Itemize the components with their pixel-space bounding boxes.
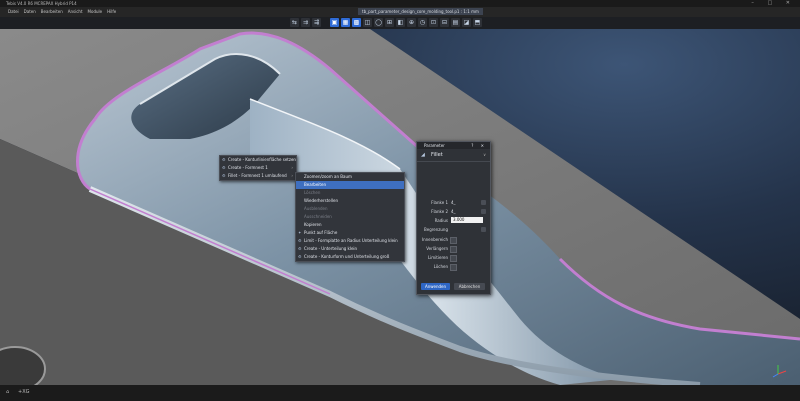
pick-icon[interactable] <box>481 227 486 232</box>
row-loeschen: Löchen <box>417 263 490 271</box>
toolbar-group-navigation: ⇆ ⇉ ⇶ <box>290 18 321 27</box>
view-split-icon[interactable]: ◫ <box>363 18 372 27</box>
row-flanke2: Flanke 2 4_ <box>417 208 490 216</box>
merge-icon[interactable]: ⇶ <box>312 18 321 27</box>
chevron-right-icon: › <box>291 157 293 162</box>
point-icon: ✦ <box>298 230 302 235</box>
coordinate-readout: +XG <box>18 389 30 395</box>
row-verlaengern: Verlängern <box>417 245 490 253</box>
menu-item-restore[interactable]: Wiederherstellen <box>296 197 404 205</box>
menu-bar: Datei Daten Bearbeiten Ansicht Module Hi… <box>0 7 800 17</box>
menu-item-hilfe[interactable]: Hilfe <box>107 9 116 14</box>
pick-icon[interactable] <box>481 200 486 205</box>
section-title: Fillet <box>431 152 443 158</box>
main-menu: Datei Daten Bearbeiten Ansicht Module Hi… <box>8 9 116 14</box>
radius-input[interactable]: 3.000 <box>451 217 483 223</box>
menu-item-create-formnest[interactable]: ⚙ Create - Formnest 1 › <box>220 164 296 172</box>
context-menu-features: ⚙ Create - Konturlinienfläche setzen › ⚙ Cr… <box>219 155 297 181</box>
swap-icon[interactable]: ⇆ <box>290 18 299 27</box>
clock-icon[interactable]: ◷ <box>418 18 427 27</box>
menu-item-bearbeiten[interactable]: Bearbeiten <box>41 9 63 14</box>
pick-icon[interactable] <box>481 209 486 214</box>
rotate-icon[interactable]: ◯ <box>374 18 383 27</box>
view-shaded-icon[interactable]: ▣ <box>330 18 339 27</box>
menu-item-limit-formplatte[interactable]: ⚙ Limit - Formplatte an Radius Unterteilu… <box>296 237 404 245</box>
panel-header-icons[interactable]: ? ✕ <box>471 142 487 149</box>
chevron-right-icon: › <box>291 173 293 178</box>
fillet-icon: ◢ <box>421 152 425 158</box>
panel-header: Parameter ? ✕ <box>417 142 490 149</box>
layers-icon[interactable]: ▤ <box>451 18 460 27</box>
split-icon[interactable]: ⇉ <box>301 18 310 27</box>
display-icon[interactable]: ⬒ <box>473 18 482 27</box>
toolbar: ⇆ ⇉ ⇶ ▣ ▦ ▩ ◫ ◯ ⊞ ◧ ⊕ ◷ ⊡ ⊟ ▤ ◪ ⬒ <box>0 17 800 29</box>
flanke2-value[interactable]: 4_ <box>451 209 456 214</box>
status-bar: ⌂ +XG <box>0 385 800 401</box>
menu-item-datei[interactable]: Datei <box>8 9 19 14</box>
flanke1-value[interactable]: 4_ <box>451 200 456 205</box>
menu-item-fillet-formnest[interactable]: ⚙ Fillet - Formnest 1 umlaufend › <box>220 172 296 180</box>
view-mesh-icon[interactable]: ▩ <box>352 18 361 27</box>
toolbar-group-view: ▣ ▦ ▩ ◫ ◯ ⊞ ◧ ⊕ ◷ ⊡ ⊟ ▤ ◪ ⬒ <box>330 18 482 27</box>
minus-box-icon[interactable]: ⊟ <box>440 18 449 27</box>
gear-icon: ⚙ <box>222 157 226 162</box>
menu-item-hide: Ausblenden <box>304 206 328 211</box>
gear-icon: ⚙ <box>222 165 226 170</box>
menu-item-point-on-surface[interactable]: ✦ Punkt auf Fläche <box>296 229 404 237</box>
innenbereich-checkbox[interactable] <box>450 237 457 244</box>
menu-item-edit[interactable]: Bearbeiten <box>296 181 404 189</box>
menu-item-ansicht[interactable]: Ansicht <box>68 9 83 14</box>
home-icon[interactable]: ⌂ <box>6 389 9 395</box>
row-innenbereich: Innenbereich <box>417 236 490 244</box>
limitieren-checkbox[interactable] <box>450 255 457 262</box>
verlaengern-checkbox[interactable] <box>450 246 457 253</box>
row-begrenzung: Begrenzung <box>417 226 490 234</box>
view-grid-icon[interactable]: ▦ <box>341 18 350 27</box>
material-icon[interactable]: ◪ <box>462 18 471 27</box>
menu-item-cut: Ausschneiden <box>304 214 332 219</box>
parameter-panel: Parameter ? ✕ ◢ Fillet ∨ Flanke 1 4_ Fla… <box>416 141 491 295</box>
gear-icon: ⚙ <box>298 238 302 243</box>
menu-item-daten[interactable]: Daten <box>24 9 36 14</box>
menu-item-delete: Löschen <box>304 190 321 195</box>
row-radius: Radius 3.000 <box>417 217 490 225</box>
menu-item-create-subdivision-small[interactable]: ⚙ Create - Unterteilung klein <box>296 245 404 253</box>
menu-item-module[interactable]: Module <box>88 9 103 14</box>
menu-item-zoom[interactable]: Zoomen/zoom an Baum <box>296 173 404 181</box>
gear-icon: ⚙ <box>298 254 302 259</box>
menu-item-copy[interactable]: Kopieren <box>296 221 404 229</box>
chevron-right-icon: › <box>291 165 293 170</box>
zoom-icon[interactable]: ⊕ <box>407 18 416 27</box>
gear-icon: ⚙ <box>298 246 302 251</box>
window-controls[interactable]: – □ ✕ <box>751 0 796 6</box>
document-tab[interactable]: tb_part_parameter_design_core_molding_to… <box>358 8 483 15</box>
apply-button[interactable]: Anwenden <box>421 283 450 290</box>
frame-icon[interactable]: ⊡ <box>429 18 438 27</box>
menu-item-create-contour[interactable]: ⚙ Create - Konturlinienfläche setzen › <box>220 156 296 164</box>
chevron-down-icon[interactable]: ∨ <box>483 149 486 161</box>
panel-title: Parameter <box>424 143 445 148</box>
fillet-section[interactable]: ◢ Fillet ∨ <box>417 149 490 162</box>
title-bar: Tebis V4.0 R6 MCREPAX Hybrid P14 – □ ✕ <box>0 0 800 7</box>
menu-item-create-contour-large[interactable]: ⚙ Create - Konturform und Unterteilung gr… <box>296 253 404 261</box>
fit-view-icon[interactable]: ⊞ <box>385 18 394 27</box>
section-icon[interactable]: ◧ <box>396 18 405 27</box>
app-title: Tebis V4.0 R6 MCREPAX Hybrid P14 <box>6 1 77 6</box>
loeschen-checkbox[interactable] <box>450 264 457 271</box>
cancel-button[interactable]: Abbrechen <box>454 283 485 290</box>
gear-icon: ⚙ <box>222 173 226 178</box>
row-flanke1: Flanke 1 4_ <box>417 199 490 207</box>
row-limitieren: Limitieren <box>417 254 490 262</box>
context-menu-actions: Zoomen/zoom an Baum Bearbeiten Löschen W… <box>295 172 405 262</box>
